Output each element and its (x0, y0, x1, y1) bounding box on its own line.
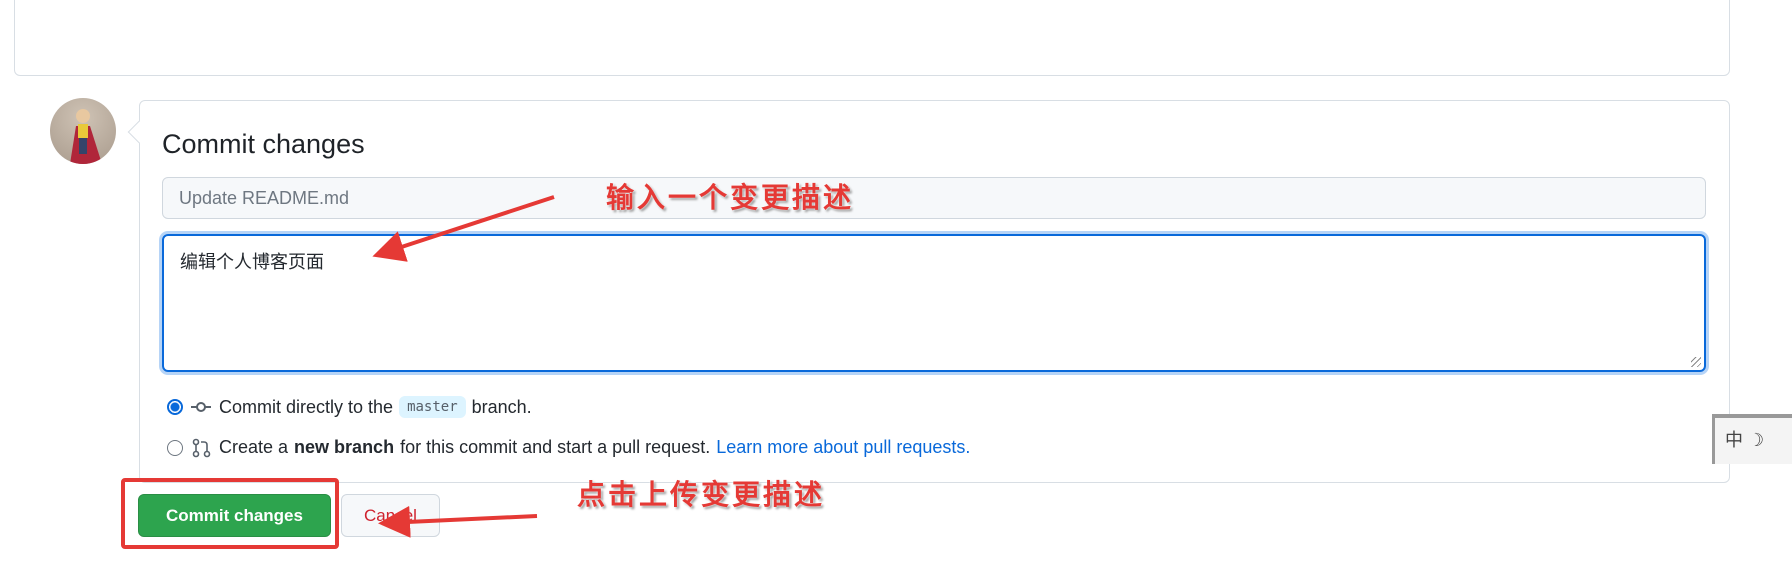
annotation-click-note: 点击上传变更描述 (577, 479, 826, 510)
ime-toolbar[interactable]: 中 ☽ (1712, 414, 1792, 464)
arrow-to-description (372, 195, 555, 262)
ime-mode-label[interactable]: 中 (1725, 430, 1743, 450)
arrow-to-commit-button (378, 505, 538, 538)
annotation-input-note: 输入一个变更描述 (606, 182, 855, 213)
moon-icon[interactable]: ☽ (1748, 430, 1764, 450)
annotation-arrows (372, 195, 555, 538)
